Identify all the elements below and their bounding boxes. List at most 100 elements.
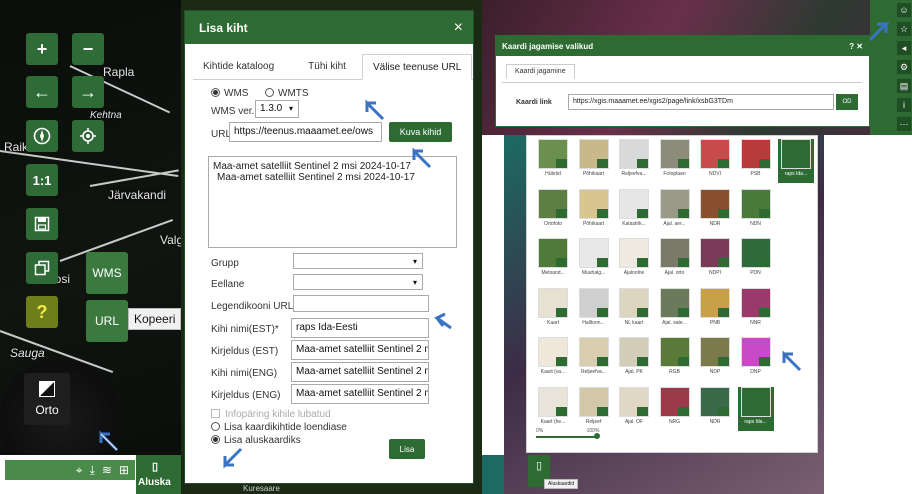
map-link-input[interactable]: https://xgis.maaamet.ee/xgis2/page/link/…: [568, 94, 834, 110]
basemap-tile[interactable]: Kaart (he...: [535, 386, 571, 431]
copy-link-button[interactable]: OD: [836, 94, 858, 110]
basemap-tile[interactable]: NDR: [697, 386, 733, 431]
basemap-tile[interactable]: Ajal. sate...: [657, 287, 693, 332]
middle-map-panel: Lisa kiht × Kihtide kataloog Tühi kiht V…: [181, 0, 482, 494]
radio-wms-label: WMS: [224, 88, 249, 99]
add-layer-icon[interactable]: ⊞: [119, 463, 129, 477]
basemap-tile[interactable]: Reljeef: [576, 386, 612, 431]
name-eng-label: Kihi nimi(ENG): [211, 368, 278, 379]
add-url-button[interactable]: URL: [86, 300, 128, 342]
opacity-slider[interactable]: [536, 436, 596, 438]
tab-catalog[interactable]: Kihtide kataloog: [193, 54, 284, 79]
basemap-tile[interactable]: NRG: [657, 386, 693, 431]
basemap-tile[interactable]: NNR: [738, 287, 774, 332]
basemap-tile[interactable]: RGB: [657, 337, 693, 381]
show-layers-button[interactable]: Kuva kihid: [389, 122, 452, 142]
crosshair-icon[interactable]: ⌖: [76, 463, 83, 478]
basemap-tile[interactable]: Ajal. aer...: [657, 188, 693, 233]
help-close-icons[interactable]: ? ✕: [849, 42, 863, 51]
opacity-slider-knob[interactable]: [594, 433, 600, 439]
desc-eng-input[interactable]: Maa-amet satelliit Sentinel 2 m: [291, 384, 429, 404]
basemap-tile[interactable]: Ajal. OF: [616, 386, 652, 431]
basemap-tile[interactable]: NDR: [697, 188, 733, 233]
right-map-panel: Kaardi jagamise valikud ? ✕ Kaardi jagam…: [482, 0, 912, 494]
basemap-tile[interactable]: Metsand...: [535, 238, 571, 282]
forward-button[interactable]: →: [72, 76, 104, 108]
basemap-tile[interactable]: Katastrik...: [616, 188, 652, 233]
add-wms-button[interactable]: WMS: [86, 252, 128, 294]
basemap-tile[interactable]: Põhikaart: [576, 139, 612, 183]
basemap-thumbnail: [578, 287, 609, 318]
basemap-label: Reljeefva...: [621, 171, 647, 177]
tab-external-url[interactable]: Välise teenuse URL: [361, 54, 473, 80]
basemap-tile[interactable]: Fotoplaan: [657, 139, 693, 183]
tab-map-sharing[interactable]: Kaardi jagamine: [506, 64, 575, 79]
desc-est-input[interactable]: Maa-amet satelliit Sentinel 2 m: [291, 340, 429, 360]
share-icon[interactable]: ◂: [897, 41, 911, 55]
basemap-badge-icon: [758, 258, 770, 267]
zoom-out-button[interactable]: −: [72, 33, 104, 65]
radio-add-to-layers[interactable]: Lisa kaardikihtide loendiase: [211, 422, 347, 433]
radio-wmts[interactable]: WMTS: [265, 88, 309, 99]
help-button[interactable]: ?: [26, 296, 58, 328]
compass-button[interactable]: [26, 120, 58, 152]
info-checkbox[interactable]: Infopäring kihile lubatud: [211, 409, 331, 420]
back-button[interactable]: ←: [26, 76, 58, 108]
basemap-tile[interactable]: NDPI: [697, 238, 733, 282]
basemap-tile[interactable]: Reljeefva...: [616, 139, 652, 183]
basemap-tile[interactable]: PDN: [738, 238, 774, 282]
tab-empty-layer[interactable]: Tühi kiht: [298, 54, 356, 79]
info-icon[interactable]: i: [897, 98, 911, 112]
basemap-tile[interactable]: Kaart (va...: [535, 337, 571, 381]
list-item[interactable]: Maa-amet satelliit Sentinel 2 msi 2024-1…: [213, 172, 452, 183]
locate-button[interactable]: [72, 120, 104, 152]
basemap-tile[interactable]: Ajal. orto: [657, 238, 693, 282]
scale-1-1-button[interactable]: 1:1: [26, 164, 58, 196]
name-est-input[interactable]: raps Ida-Eesti: [291, 318, 429, 338]
basemap-icon: [39, 381, 55, 397]
basemap-tile[interactable]: raps Ida...: [737, 386, 774, 431]
basemap-tile[interactable]: Põhikaart: [576, 188, 612, 233]
basemap-tile[interactable]: Hübriid: [535, 139, 571, 183]
basemap-tile[interactable]: NDVI: [697, 139, 733, 183]
left-map-panel: Rapla Kehtna Raikküla Järvakandi Valgu T…: [0, 0, 181, 494]
save-button[interactable]: [26, 208, 58, 240]
basemap-tile[interactable]: Halltoon...: [576, 287, 612, 332]
basemap-tile[interactable]: NDN: [738, 188, 774, 233]
star-icon[interactable]: ☆: [897, 22, 911, 36]
zoom-in-button[interactable]: +: [26, 33, 58, 65]
more-icon[interactable]: ⋯: [897, 117, 911, 131]
layers-icon[interactable]: ≋: [102, 463, 112, 477]
copy-layers-button[interactable]: [26, 252, 58, 284]
wms-version-select[interactable]: 1.3.0: [255, 100, 299, 118]
name-eng-input[interactable]: Maa-amet satelliit Sentinel 2 m: [291, 362, 429, 382]
parent-select[interactable]: [293, 274, 423, 290]
basemap-tile[interactable]: PSB: [738, 139, 774, 183]
user-icon[interactable]: ☺: [897, 3, 911, 17]
comment-icon[interactable]: ▤: [897, 79, 911, 93]
orto-basemap-toggle[interactable]: Orto: [24, 373, 70, 425]
basemap-tile[interactable]: Ortofoto: [535, 188, 571, 233]
download-icon[interactable]: ⤓: [90, 463, 95, 478]
basemaps-button[interactable]: ▯ Aluska: [136, 455, 181, 494]
basemap-tile[interactable]: Kaart: [535, 287, 571, 332]
basemap-tile[interactable]: Ajaloolne: [616, 238, 652, 282]
legend-url-input[interactable]: [293, 295, 429, 312]
basemap-tile[interactable]: NL kaart: [616, 287, 652, 332]
basemap-tile[interactable]: Ajal. PK: [616, 337, 652, 381]
settings-icon[interactable]: ⚙: [897, 60, 911, 74]
url-input[interactable]: https://teenus.maaamet.ee/ows: [229, 122, 382, 142]
basemap-tile[interactable]: NDP: [697, 337, 733, 381]
map-label: Valgu: [160, 233, 181, 247]
add-button[interactable]: Lisa: [389, 439, 425, 459]
basemap-tile[interactable]: Muuhalg...: [576, 238, 612, 282]
desc-eng-label: Kirjeldus (ENG): [211, 390, 281, 401]
basemap-tile[interactable]: raps Ida...: [778, 139, 814, 183]
group-select[interactable]: [293, 253, 423, 269]
info-checkbox-label: Infopäring kihile lubatud: [225, 409, 331, 420]
radio-wms[interactable]: WMS: [211, 88, 248, 99]
basemap-tile[interactable]: DNP: [738, 337, 774, 381]
basemap-tile[interactable]: Reljeefva...: [576, 337, 612, 381]
close-icon[interactable]: ×: [454, 19, 463, 37]
basemap-tile[interactable]: PNB: [697, 287, 733, 332]
